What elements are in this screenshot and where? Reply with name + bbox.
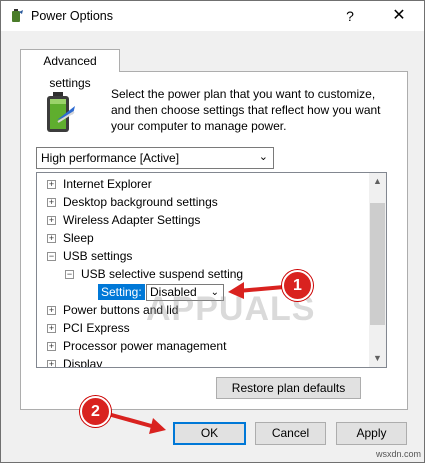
tab-advanced-settings[interactable]: Advanced settings xyxy=(20,49,120,90)
arrow-1-line xyxy=(237,285,285,293)
step-marker-1: 1 xyxy=(282,270,313,301)
step-marker-2: 2 xyxy=(80,396,111,427)
site-watermark: wsxdn.com xyxy=(376,449,422,459)
arrow-1-head xyxy=(228,282,244,299)
arrow-2-head xyxy=(149,418,166,434)
arrow-2-line xyxy=(107,412,156,429)
